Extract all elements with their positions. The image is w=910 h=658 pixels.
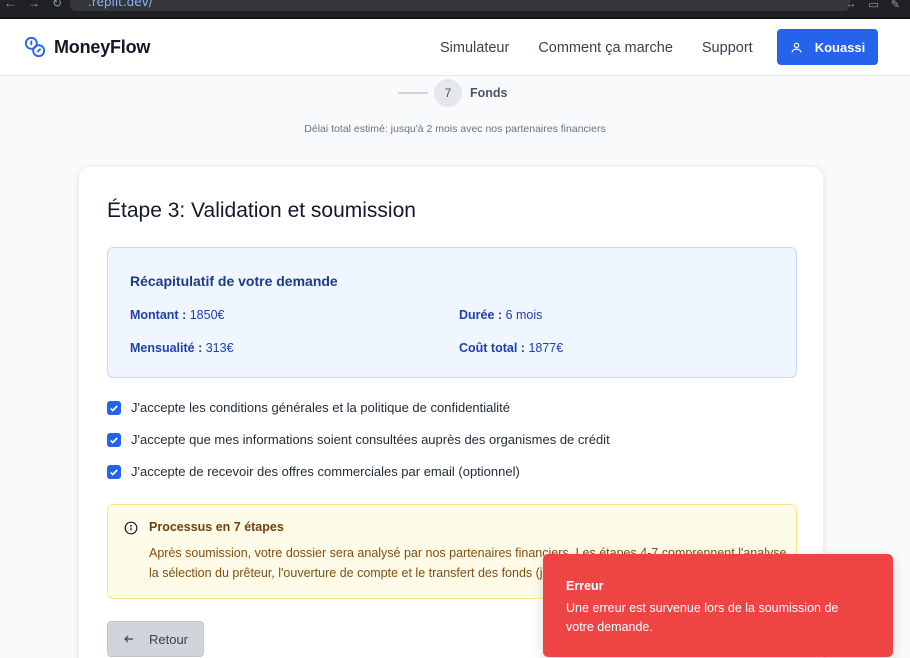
toast-message: Une erreur est survenue lors de la soumi… (566, 601, 839, 634)
step-connector (398, 92, 428, 94)
summary-title: Récapitulatif de votre demande (130, 273, 338, 289)
back-button-label: Retour (148, 631, 189, 647)
brand-name: MoneyFlow (54, 36, 151, 57)
site-header: MoneyFlow Simulateur Comment ça marche S… (0, 19, 910, 76)
amount-value: 1850€ (189, 308, 225, 322)
back-button[interactable]: Retour (107, 621, 204, 657)
estimated-delay: Délai total estimé: jusqu'à 2 mois avec … (304, 123, 606, 135)
back-arrow-icon[interactable]: ← (4, 0, 16, 9)
user-icon (791, 42, 802, 52)
monthly-label: Mensualité : (130, 341, 203, 355)
nav-link-comment-ca-marche[interactable]: Comment ça marche (538, 40, 673, 56)
check-icon (110, 404, 118, 412)
check-icon (110, 436, 118, 444)
monthly-value: 313€ (205, 341, 234, 355)
duration-label: Durée : (459, 308, 503, 322)
progress-stepper: 7 Fonds (398, 79, 508, 107)
user-name: Kouassi (814, 39, 866, 55)
total-cost-label: Coût total : (459, 341, 525, 355)
duration-value: 6 mois (505, 308, 543, 322)
terms-label: J'accepte les conditions générales et la… (131, 400, 511, 415)
step-number: 7 (434, 79, 462, 107)
reload-icon[interactable]: ↻ (52, 0, 62, 9)
nav-link-simulateur[interactable]: Simulateur (440, 40, 509, 56)
amount-label: Montant : (130, 308, 187, 322)
check-icon (110, 468, 118, 476)
info-title: Processus en 7 étapes (149, 520, 284, 534)
summary-total-cost: Coût total : 1877€ (459, 341, 563, 355)
summary-amount: Montant : 1850€ (130, 308, 224, 322)
user-account-button[interactable]: Kouassi (777, 29, 878, 65)
marketing-checkbox-row[interactable]: J'accepte de recevoir des offres commerc… (107, 464, 520, 479)
nav-link-support[interactable]: Support (702, 40, 753, 56)
terms-checkbox-row[interactable]: J'accepte les conditions générales et la… (107, 400, 510, 415)
total-cost-value: 1877€ (528, 341, 564, 355)
summary-duration: Durée : 6 mois (459, 308, 542, 322)
credit-check-checkbox-row[interactable]: J'accepte que mes informations soient co… (107, 432, 610, 447)
address-bar[interactable] (70, 0, 850, 11)
step-label: Fonds (470, 86, 508, 100)
coins-icon (24, 36, 46, 58)
request-summary: Récapitulatif de votre demande Montant :… (107, 247, 797, 378)
credit-check-checkbox[interactable] (107, 432, 121, 447)
info-icon (124, 521, 138, 535)
brand-logo[interactable]: MoneyFlow (24, 36, 150, 58)
marketing-label: J'accepte de recevoir des offres commerc… (131, 464, 520, 479)
terms-checkbox[interactable] (107, 400, 121, 415)
extension-icon[interactable]: ✎ (891, 0, 900, 11)
arrow-left-icon (124, 635, 133, 643)
address-bar-url: .replit.dev/ (88, 0, 153, 9)
error-toast[interactable]: Erreur Une erreur est survenue lors de l… (543, 554, 893, 657)
share-icon[interactable]: → (845, 0, 856, 11)
toast-title: Erreur (566, 579, 604, 593)
screen-icon[interactable]: ▭ (868, 0, 878, 11)
forward-arrow-icon[interactable]: → (28, 0, 40, 9)
marketing-checkbox[interactable] (107, 464, 121, 479)
main-nav: Simulateur Comment ça marche Support (440, 40, 753, 56)
credit-check-label: J'accepte que mes informations soient co… (131, 432, 610, 447)
summary-monthly: Mensualité : 313€ (130, 341, 234, 355)
page-title: Étape 3: Validation et soumission (107, 199, 416, 222)
browser-toolbar: ← → ↻ .replit.dev/ → ▭ ✎ (0, 0, 910, 17)
